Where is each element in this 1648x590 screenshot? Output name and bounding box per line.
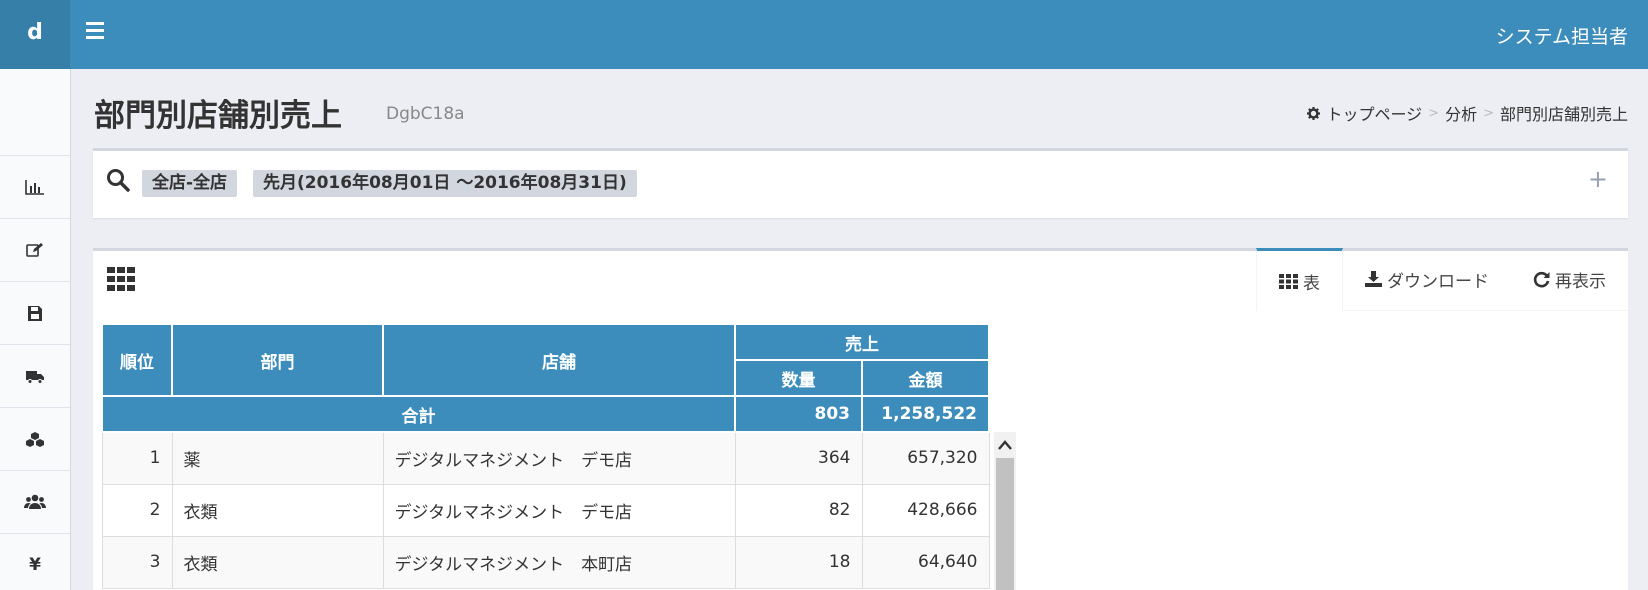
- tab-table-label: 表: [1303, 273, 1320, 294]
- tab-refresh-label: 再表示: [1555, 271, 1606, 292]
- filter-box: 全店-全店 先月(2016年08月01日 〜2016年08月31日) +: [93, 148, 1628, 218]
- cell-store: デジタルマネジメント デモ店: [382, 483, 736, 537]
- header-amount[interactable]: 金額: [861, 359, 990, 397]
- sidebar-item-save[interactable]: [0, 281, 70, 344]
- app-logo[interactable]: d: [0, 0, 70, 69]
- cell-qty: 18: [734, 535, 863, 589]
- sidebar-item-users[interactable]: [0, 470, 70, 533]
- truck-icon: [26, 370, 44, 384]
- total-amount: 1,258,522: [861, 395, 990, 433]
- breadcrumb: トップページ > 分析 > 部門別店舗別売上: [1307, 101, 1628, 125]
- breadcrumb-section[interactable]: 分析: [1445, 101, 1477, 125]
- view-tabs: 表 ダウンロード 再表示: [1256, 248, 1628, 311]
- total-label: 合計: [101, 395, 736, 433]
- sales-table: 順位 部門 店舗 売上 数量 金額 合計 803 1,258,522 1 薬 デ…: [101, 323, 990, 589]
- cell-dept: 薬: [171, 431, 384, 485]
- cell-qty: 82: [734, 483, 863, 537]
- page-code: DgbC18a: [386, 104, 465, 124]
- save-icon: [28, 305, 42, 321]
- edit-icon: [26, 243, 43, 257]
- cell-store: デジタルマネジメント 本町店: [382, 535, 736, 589]
- menu-toggle-icon[interactable]: [86, 18, 112, 48]
- yen-icon: ¥: [29, 555, 41, 575]
- sidebar: ¥: [0, 69, 71, 590]
- cell-amount: 657,320: [861, 431, 990, 485]
- header-qty[interactable]: 数量: [734, 359, 863, 397]
- scrollbar-thumb[interactable]: [996, 458, 1014, 590]
- table-grid-icon: [107, 267, 135, 291]
- table-row: 2 衣類 デジタルマネジメント デモ店 82 428,666: [101, 483, 990, 537]
- tab-table[interactable]: 表: [1256, 248, 1343, 311]
- header-rank[interactable]: 順位: [101, 323, 173, 397]
- table-row: 3 衣類 デジタルマネジメント 本町店 18 64,640: [101, 535, 990, 589]
- cell-amount: 428,666: [861, 483, 990, 537]
- cell-dept: 衣類: [171, 535, 384, 589]
- download-icon: [1365, 271, 1382, 287]
- page-title: 部門別店舗別売上: [94, 98, 342, 134]
- total-qty: 803: [734, 395, 863, 433]
- cell-qty: 364: [734, 431, 863, 485]
- cell-rank: 1: [101, 431, 173, 485]
- breadcrumb-separator: >: [1428, 105, 1440, 121]
- cell-rank: 3: [101, 535, 173, 589]
- table-row: 1 薬 デジタルマネジメント デモ店 364 657,320: [101, 431, 990, 485]
- sidebar-item-edit[interactable]: [0, 218, 70, 281]
- cubes-icon: [26, 431, 44, 447]
- tab-download-label: ダウンロード: [1387, 271, 1489, 292]
- cell-store: デジタルマネジメント デモ店: [382, 431, 736, 485]
- search-icon[interactable]: [106, 168, 130, 192]
- expand-filter-icon[interactable]: +: [1588, 165, 1608, 193]
- filter-tag-store[interactable]: 全店-全店: [142, 170, 238, 197]
- breadcrumb-current: 部門別店舗別売上: [1499, 105, 1628, 124]
- tab-refresh[interactable]: 再表示: [1511, 248, 1628, 311]
- chart-icon: [25, 180, 44, 195]
- sidebar-item-inventory[interactable]: [0, 407, 70, 470]
- sidebar-item-delivery[interactable]: [0, 344, 70, 407]
- breadcrumb-home[interactable]: トップページ: [1326, 101, 1422, 125]
- refresh-icon: [1533, 271, 1550, 287]
- cell-rank: 2: [101, 483, 173, 537]
- header-store[interactable]: 店舗: [382, 323, 736, 397]
- cell-dept: 衣類: [171, 483, 384, 537]
- cell-amount: 64,640: [861, 535, 990, 589]
- table-scrollbar[interactable]: [994, 432, 1016, 590]
- sidebar-item-finance[interactable]: ¥: [0, 533, 70, 590]
- total-row: 合計 803 1,258,522: [101, 395, 990, 433]
- sidebar-item-analysis[interactable]: [0, 155, 70, 218]
- result-box: 表 ダウンロード 再表示 順位 部門 店舗 売上 数量 金額 合計 803 1,…: [93, 248, 1628, 590]
- breadcrumb-separator: >: [1483, 105, 1494, 121]
- scroll-up-icon[interactable]: [994, 432, 1016, 458]
- header-dept[interactable]: 部門: [171, 323, 384, 397]
- tab-download[interactable]: ダウンロード: [1343, 248, 1511, 311]
- table-icon: [1279, 273, 1298, 289]
- users-icon: [24, 494, 46, 509]
- user-menu[interactable]: システム担当者: [1496, 22, 1628, 49]
- top-navbar: d システム担当者: [0, 0, 1648, 69]
- gear-icon: [1307, 106, 1321, 120]
- header-sales: 売上: [734, 323, 990, 361]
- filter-tag-period[interactable]: 先月(2016年08月01日 〜2016年08月31日): [253, 170, 637, 197]
